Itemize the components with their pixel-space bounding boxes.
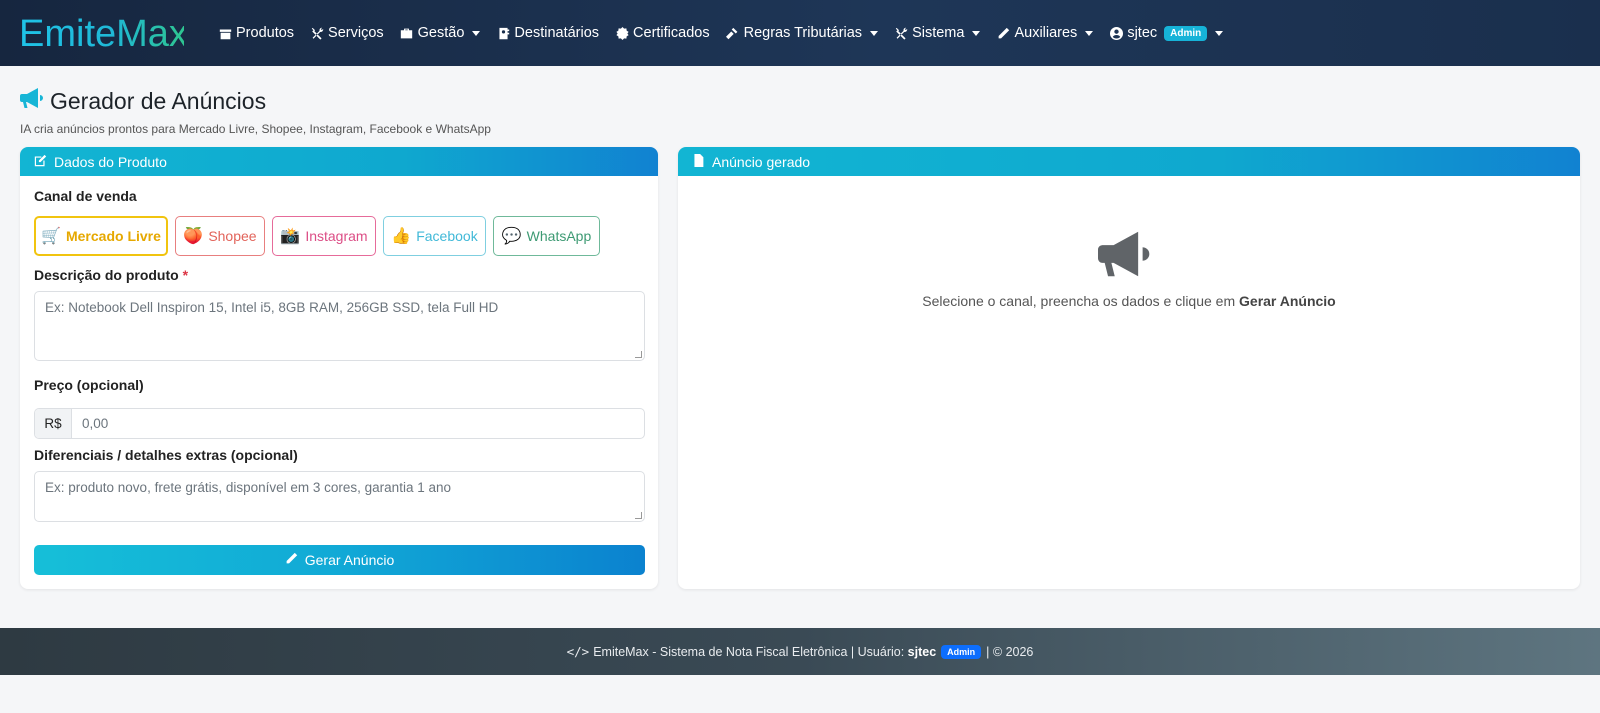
page-footer: </> EmiteMax - Sistema de Nota Fiscal El… [0,628,1600,675]
resize-handle[interactable] [635,351,642,358]
resize-handle[interactable] [635,512,642,519]
page-subtitle: IA cria anúncios prontos para Mercado Li… [20,122,491,136]
nav-regras-tributarias[interactable]: Regras Tributárias [726,25,879,41]
certificate-icon [615,26,629,40]
peach-icon: 🍑 [183,228,204,245]
footer-user: sjtec [907,644,937,659]
empty-text-bold: Gerar Anúncio [1239,293,1336,309]
nav-label: Produtos [236,25,295,41]
brand-logo-text: EmiteMax [19,13,184,55]
channel-facebook[interactable]: 👍 Facebook [383,216,486,256]
briefcase-icon [400,26,414,40]
nav-label: Serviços [328,25,384,41]
tools-icon [310,26,324,40]
generate-ad-button[interactable]: Gerar Anúncio [34,545,645,575]
generate-button-label: Gerar Anúncio [304,552,395,568]
price-placeholder: 0,00 [82,416,109,431]
footer-role-badge: Admin [941,644,982,659]
channel-mercado-livre[interactable]: 🛒 Mercado Livre [34,216,168,256]
channel-selector: 🛒 Mercado Livre 🍑 Shopee 📸 Instagram 👍 F… [34,216,607,256]
pen-icon [285,552,305,568]
pen-icon [996,26,1010,40]
chevron-down-icon [1215,30,1224,36]
channel-instagram[interactable]: 📸 Instagram [272,216,376,256]
speech-bubble-icon: 💬 [501,228,522,245]
user-name: sjtec [1127,25,1158,41]
required-marker: * [182,267,189,283]
nav-label: Auxiliares [1014,25,1078,41]
channel-label-text: WhatsApp [526,228,592,244]
channel-label-text: Facebook [416,228,478,244]
nav-destinatarios[interactable]: Destinatários [496,25,599,41]
nav-auxiliares[interactable]: Auxiliares [996,25,1094,41]
thumbs-up-icon: 👍 [391,228,412,245]
card-header: Dados do Produto [20,147,658,176]
channel-whatsapp[interactable]: 💬 WhatsApp [493,216,600,256]
nav-servicos[interactable]: Serviços [310,25,384,41]
channel-label-text: Instagram [305,228,368,244]
card-header: Anúncio gerado [678,147,1580,176]
top-navbar: EmiteMax Produtos Serviços Gestão Destin… [0,0,1600,66]
tools-icon [894,26,908,40]
nav-gestao[interactable]: Gestão [400,25,481,41]
megaphone-icon [1098,226,1156,287]
description-label: Descrição do produto * [34,267,188,283]
generated-ad-card: Anúncio gerado Selecione o canal, preenc… [678,147,1580,589]
gavel-icon [726,26,740,40]
extras-placeholder: Ex: produto novo, frete grátis, disponív… [45,480,451,495]
edit-icon [34,154,54,170]
description-placeholder: Ex: Notebook Dell Inspiron 15, Intel i5,… [45,300,499,315]
description-label-text: Descrição do produto [34,267,179,283]
empty-text-main: Selecione o canal, preencha os dados e c… [922,293,1240,309]
footer-text: EmiteMax - Sistema de Nota Fiscal Eletrô… [593,644,905,659]
chevron-down-icon [972,30,981,36]
role-badge: Admin [1164,25,1208,41]
megaphone-icon [20,86,50,116]
footer-copyright: | © 2026 [986,644,1034,659]
chevron-down-icon [870,30,879,36]
price-input[interactable]: 0,00 [72,409,644,438]
nav-label: Certificados [633,25,710,41]
empty-state-text: Selecione o canal, preencha os dados e c… [678,293,1580,309]
card-title: Anúncio gerado [712,153,811,170]
nav-certificados[interactable]: Certificados [615,25,710,41]
channel-label-text: Shopee [208,228,257,244]
extras-label: Diferenciais / detalhes extras (opcional… [34,447,298,463]
cart-icon: 🛒 [41,228,61,245]
nav-user-menu[interactable]: sjtec Admin [1109,25,1224,41]
chevron-down-icon [1085,30,1094,36]
nav-sistema[interactable]: Sistema [894,25,981,41]
channel-label-text: Mercado Livre [65,228,161,244]
camera-icon: 📸 [280,228,301,245]
price-input-group: R$ 0,00 [34,408,645,439]
file-icon [692,153,712,170]
channel-shopee[interactable]: 🍑 Shopee [175,216,265,256]
price-label: Preço (opcional) [34,377,144,393]
page-title: Gerador de Anúncios [50,87,267,114]
channel-label: Canal de venda [34,188,137,204]
currency-prefix: R$ [35,409,72,438]
page-title-row: Gerador de Anúncios [20,86,491,116]
description-textarea[interactable]: Ex: Notebook Dell Inspiron 15, Intel i5,… [34,291,645,361]
address-book-icon [496,26,510,40]
extras-textarea[interactable]: Ex: produto novo, frete grátis, disponív… [34,471,645,522]
brand-logo[interactable]: EmiteMax [18,11,188,55]
code-icon: </> [566,644,590,659]
nav-label: Gestão [417,25,465,41]
chevron-down-icon [472,30,481,36]
user-circle-icon [1109,26,1123,40]
nav-label: Regras Tributárias [743,25,863,41]
nav-label: Destinatários [514,25,600,41]
card-title: Dados do Produto [54,153,167,170]
nav-label: Sistema [912,25,965,41]
main-nav: Produtos Serviços Gestão Destinatários C… [218,0,1239,66]
nav-produtos[interactable]: Produtos [218,25,294,41]
box-icon [218,26,232,40]
product-data-card: Dados do Produto Canal de venda 🛒 Mercad… [20,147,658,589]
page-header: Gerador de Anúncios IA cria anúncios pro… [20,86,491,136]
bottom-strip [0,675,1600,713]
